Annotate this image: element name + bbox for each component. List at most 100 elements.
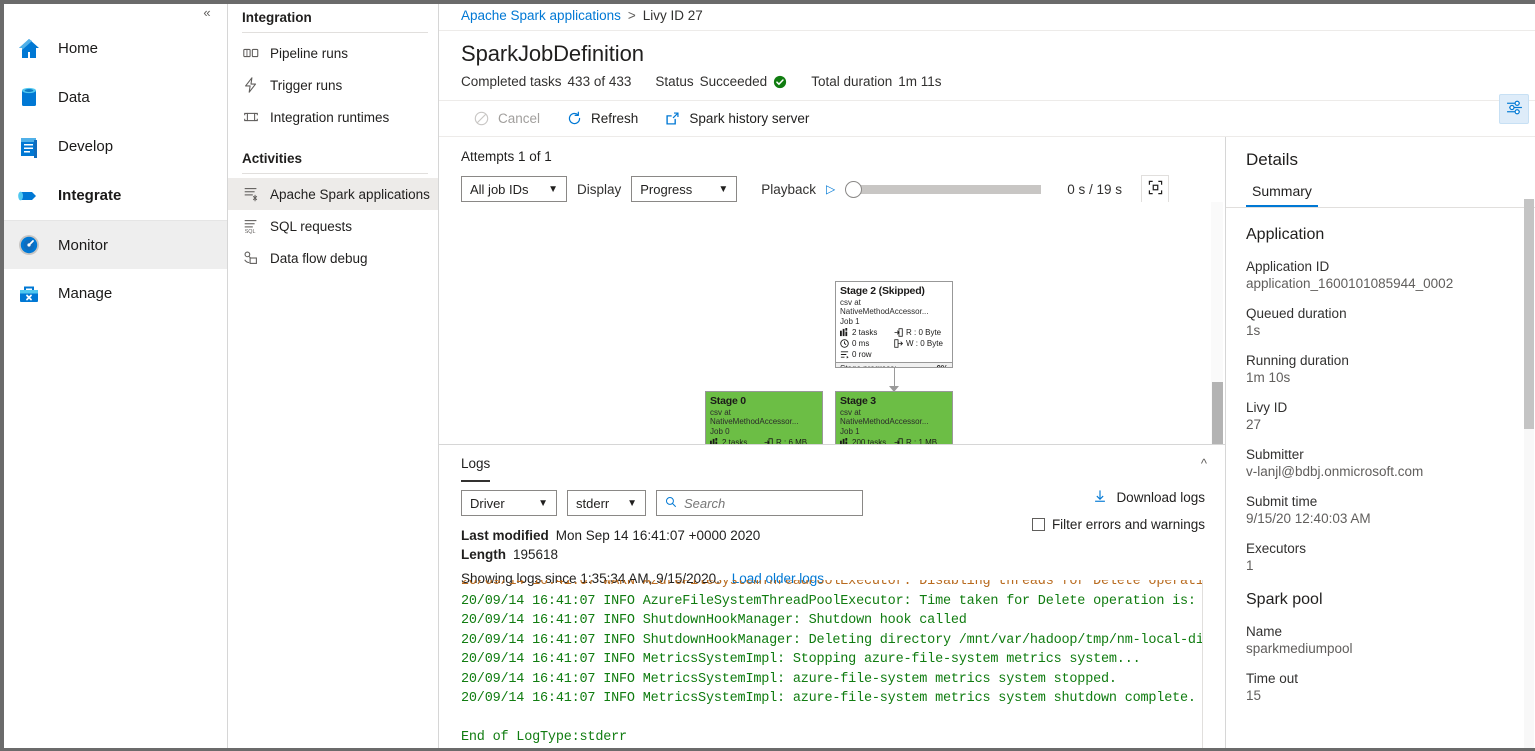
job-summary-metrics: Completed tasks 433 of 433 Status Succee…: [461, 74, 1513, 89]
stage-node-stage-3[interactable]: Stage 3 csv at NativeMethodAccessor... Job…: [835, 391, 953, 444]
nav-item-label: Manage: [58, 285, 113, 302]
breadcrumb: Apache Spark applications > Livy ID 27: [439, 0, 1535, 31]
nav-item-develop[interactable]: Develop: [0, 122, 227, 171]
subnav-item-label: Integration runtimes: [270, 109, 390, 125]
cancel-label: Cancel: [498, 111, 541, 126]
nav-item-home[interactable]: Home: [0, 24, 227, 73]
home-icon: [14, 34, 44, 64]
data-flow-debug-icon: [242, 249, 260, 267]
subnav-item-apache-spark-applications[interactable]: Apache Spark applications: [228, 178, 438, 210]
log-line: 20/09/14 16:41:07 INFO MetricsSystemImpl…: [461, 691, 1196, 706]
log-stream-value: stderr: [576, 495, 610, 511]
view-settings-button[interactable]: [1499, 94, 1529, 124]
completed-tasks-label: Completed tasks: [461, 74, 562, 89]
play-triangle-icon[interactable]: ▷: [826, 182, 835, 196]
subnav-item-sql-requests[interactable]: SQL SQL requests: [228, 210, 438, 242]
subnav-spacer: [228, 133, 438, 149]
filter-errors-checkbox-row[interactable]: Filter errors and warnings: [1031, 517, 1205, 532]
graph-scroll-thumb[interactable]: [1212, 382, 1223, 444]
detail-key: Application ID: [1246, 259, 1330, 274]
detail-key: Submitter: [1246, 447, 1304, 462]
stage-node-stage-0[interactable]: Stage 0 csv at NativeMethodAccessor... Job…: [705, 391, 823, 444]
details-scroll-thumb[interactable]: [1524, 199, 1534, 429]
details-scrollbar[interactable]: [1524, 199, 1534, 751]
refresh-label: Refresh: [591, 111, 639, 126]
download-logs-button[interactable]: Download logs: [1032, 488, 1205, 507]
download-arrow-icon: [1093, 488, 1107, 507]
subnav-item-label: Trigger runs: [270, 77, 343, 93]
cancel-circle-icon: [473, 110, 490, 127]
detail-value: 1: [1246, 558, 1254, 573]
log-output[interactable]: 20/09/14 16:41:07 WARN AzureFileSystemTh…: [461, 580, 1203, 751]
nav-item-data[interactable]: Data: [0, 73, 227, 122]
display-mode-select[interactable]: Progress ▼: [631, 176, 738, 202]
tab-summary[interactable]: Summary: [1246, 170, 1318, 207]
attempts-toolbar: Attempts 1 of 1 All job IDs ▼ Display Pr…: [439, 137, 1225, 203]
playback-slider[interactable]: [845, 180, 1042, 198]
attempts-label: Attempts 1 of 1: [461, 149, 552, 164]
logs-collapse-icon[interactable]: ^: [1195, 452, 1213, 475]
graph-controls: All job IDs ▼ Display Progress ▼ Playbac…: [461, 175, 1203, 203]
breadcrumb-root-link[interactable]: Apache Spark applications: [461, 8, 621, 23]
svg-text:SQL: SQL: [245, 229, 256, 235]
status-value: Succeeded: [699, 74, 768, 89]
logs-panel: Logs ^ Driver ▼ stderr ▼ Search Download…: [439, 444, 1225, 751]
nav-item-label: Develop: [58, 138, 114, 155]
subnav-group-integration-title: Integration: [242, 10, 312, 25]
stage-node-stage-2[interactable]: Stage 2 (Skipped) csv at NativeMethodAcce…: [835, 281, 953, 368]
refresh-icon: [566, 110, 583, 127]
detail-value: 27: [1246, 417, 1262, 432]
fit-to-screen-button[interactable]: [1141, 175, 1169, 203]
fit-to-screen-icon: [1148, 180, 1163, 198]
refresh-button[interactable]: Refresh: [554, 104, 650, 134]
total-duration-label: Total duration: [811, 74, 893, 89]
logs-actions: Download logs Filter errors and warnings: [1031, 488, 1205, 532]
job-id-filter-select[interactable]: All job IDs ▼: [461, 176, 567, 202]
details-title: Details: [1246, 150, 1298, 169]
details-tab-row: Summary: [1226, 170, 1535, 207]
database-icon: [14, 83, 44, 113]
stage-read: R : 1 MB: [894, 438, 948, 444]
filter-errors-checkbox[interactable]: [1031, 518, 1045, 531]
display-label: Display: [577, 181, 622, 197]
details-section-spark-pool: Spark pool: [1246, 591, 1323, 608]
stage-metrics: 2 tasks R : 6 MB 9 s 459 ms W : 1 MB 209…: [706, 438, 822, 444]
length-label: Length: [461, 547, 506, 562]
display-mode-value: Progress: [640, 181, 693, 197]
log-stream-select[interactable]: stderr ▼: [567, 490, 646, 516]
nav-item-monitor[interactable]: Monitor: [0, 220, 227, 269]
filter-errors-label: Filter errors and warnings: [1051, 517, 1205, 532]
slider-thumb[interactable]: [845, 180, 863, 198]
detail-value: 1s: [1246, 323, 1261, 338]
graph-vertical-scrollbar[interactable]: [1211, 202, 1223, 444]
tasks-icon: [840, 328, 849, 337]
stage-title: Stage 3: [840, 395, 876, 407]
nav-item-label: Integrate: [58, 187, 122, 204]
detail-key: Running duration: [1246, 353, 1349, 368]
subnav-item-trigger-runs[interactable]: Trigger runs: [228, 69, 438, 101]
playback-time: 0 s / 19 s: [1067, 181, 1123, 197]
spark-history-server-button[interactable]: Spark history server: [652, 104, 821, 134]
tasks-icon: [710, 438, 719, 444]
stage-graph-area[interactable]: Stage 2 (Skipped) csv at NativeMethodAcce…: [439, 202, 1225, 444]
log-search-box[interactable]: Search: [656, 490, 863, 516]
nav-item-integrate[interactable]: Integrate: [0, 171, 227, 220]
tab-logs[interactable]: Logs: [461, 445, 491, 482]
cancel-button[interactable]: Cancel: [461, 104, 552, 134]
stage-read: R : 6 MB: [764, 438, 818, 444]
log-source-select[interactable]: Driver ▼: [461, 490, 557, 516]
stage-progress-label: Stage progress:: [840, 364, 896, 367]
subnav-item-data-flow-debug[interactable]: Data flow debug: [228, 242, 438, 274]
details-section-application: Application: [1246, 226, 1325, 243]
log-line: End of LogType:stderr: [461, 730, 627, 745]
stage-graph-canvas: Stage 2 (Skipped) csv at NativeMethodAcce…: [439, 202, 1225, 444]
gauge-icon: [14, 230, 44, 260]
subnav-integration-items: Pipeline runs Trigger runs Integration run…: [228, 37, 438, 133]
nav-item-manage[interactable]: Manage: [0, 269, 227, 318]
nav-item-label: Home: [58, 40, 99, 57]
subnav-item-pipeline-runs[interactable]: Pipeline runs: [228, 37, 438, 69]
stage-rows: 0 row: [840, 350, 894, 359]
subnav-item-integration-runtimes[interactable]: Integration runtimes: [228, 101, 438, 133]
collapse-sidebar-icon[interactable]: «: [197, 2, 217, 22]
